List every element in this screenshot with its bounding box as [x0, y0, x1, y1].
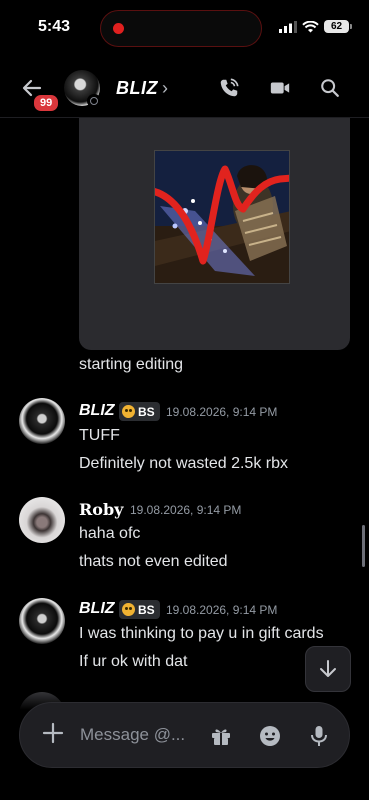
- guild-tag-badge[interactable]: BS: [119, 600, 160, 619]
- arrow-down-icon: [320, 660, 336, 677]
- message-text: thats not even edited: [79, 553, 228, 570]
- message-input[interactable]: [80, 721, 200, 749]
- microphone-icon[interactable]: [307, 724, 331, 748]
- scrollbar[interactable]: [362, 525, 365, 567]
- message-timestamp: 19.08.2026, 9:14 PM: [130, 503, 242, 517]
- jump-to-present-button[interactable]: [305, 646, 351, 692]
- avatar[interactable]: [19, 598, 65, 644]
- system-icons: 62: [279, 20, 352, 33]
- chevron-right-icon[interactable]: ›: [162, 78, 168, 99]
- status-bar: 5:43 62: [0, 0, 369, 54]
- message-timestamp: 19.08.2026, 9:14 PM: [166, 405, 278, 419]
- message-timestamp: 19.08.2026, 9:14 PM: [166, 603, 278, 617]
- message-text: I was thinking to pay u in gift cards: [79, 625, 324, 642]
- skull-icon: [122, 603, 135, 616]
- signal-icon: [279, 20, 297, 33]
- message-text: If ur ok with dat: [79, 653, 188, 670]
- clock: 5:43: [38, 18, 71, 35]
- avatar[interactable]: [19, 497, 65, 543]
- guild-tag-label: BS: [138, 602, 155, 617]
- unread-badge: 99: [32, 93, 61, 113]
- message-text: Definitely not wasted 2.5k rbx: [79, 455, 288, 472]
- video-camera-icon[interactable]: [268, 77, 292, 99]
- attachment-image[interactable]: [154, 150, 290, 284]
- attachment-artwork: [155, 151, 289, 283]
- offline-status-icon: [87, 94, 101, 108]
- message-text: haha ofc: [79, 525, 141, 542]
- guild-tag-badge[interactable]: BS: [119, 402, 160, 421]
- skull-icon: [122, 405, 135, 418]
- guild-tag-label: BS: [138, 404, 155, 419]
- search-icon[interactable]: [319, 77, 341, 99]
- plus-icon[interactable]: [42, 722, 64, 744]
- message-author[interactable]: BLIZ: [79, 600, 115, 618]
- avatar[interactable]: [19, 398, 65, 444]
- battery-indicator: 62: [324, 20, 352, 33]
- message-composer: [19, 702, 350, 768]
- attachment-caption: starting editing: [79, 356, 184, 373]
- emoji-icon[interactable]: [258, 724, 282, 748]
- dm-header: 99 BLIZ ›: [0, 58, 369, 118]
- message-author[interactable]: Roby: [79, 500, 123, 519]
- image-attachment-card[interactable]: [79, 118, 350, 350]
- recording-indicator: [113, 23, 124, 34]
- wifi-icon: [302, 20, 319, 32]
- gift-icon[interactable]: [209, 724, 233, 748]
- message-text: TUFF: [79, 427, 120, 444]
- message-author[interactable]: BLIZ: [79, 402, 115, 420]
- dynamic-island: [100, 10, 262, 47]
- page-title[interactable]: BLIZ: [116, 78, 158, 99]
- phone-call-icon[interactable]: [218, 77, 240, 99]
